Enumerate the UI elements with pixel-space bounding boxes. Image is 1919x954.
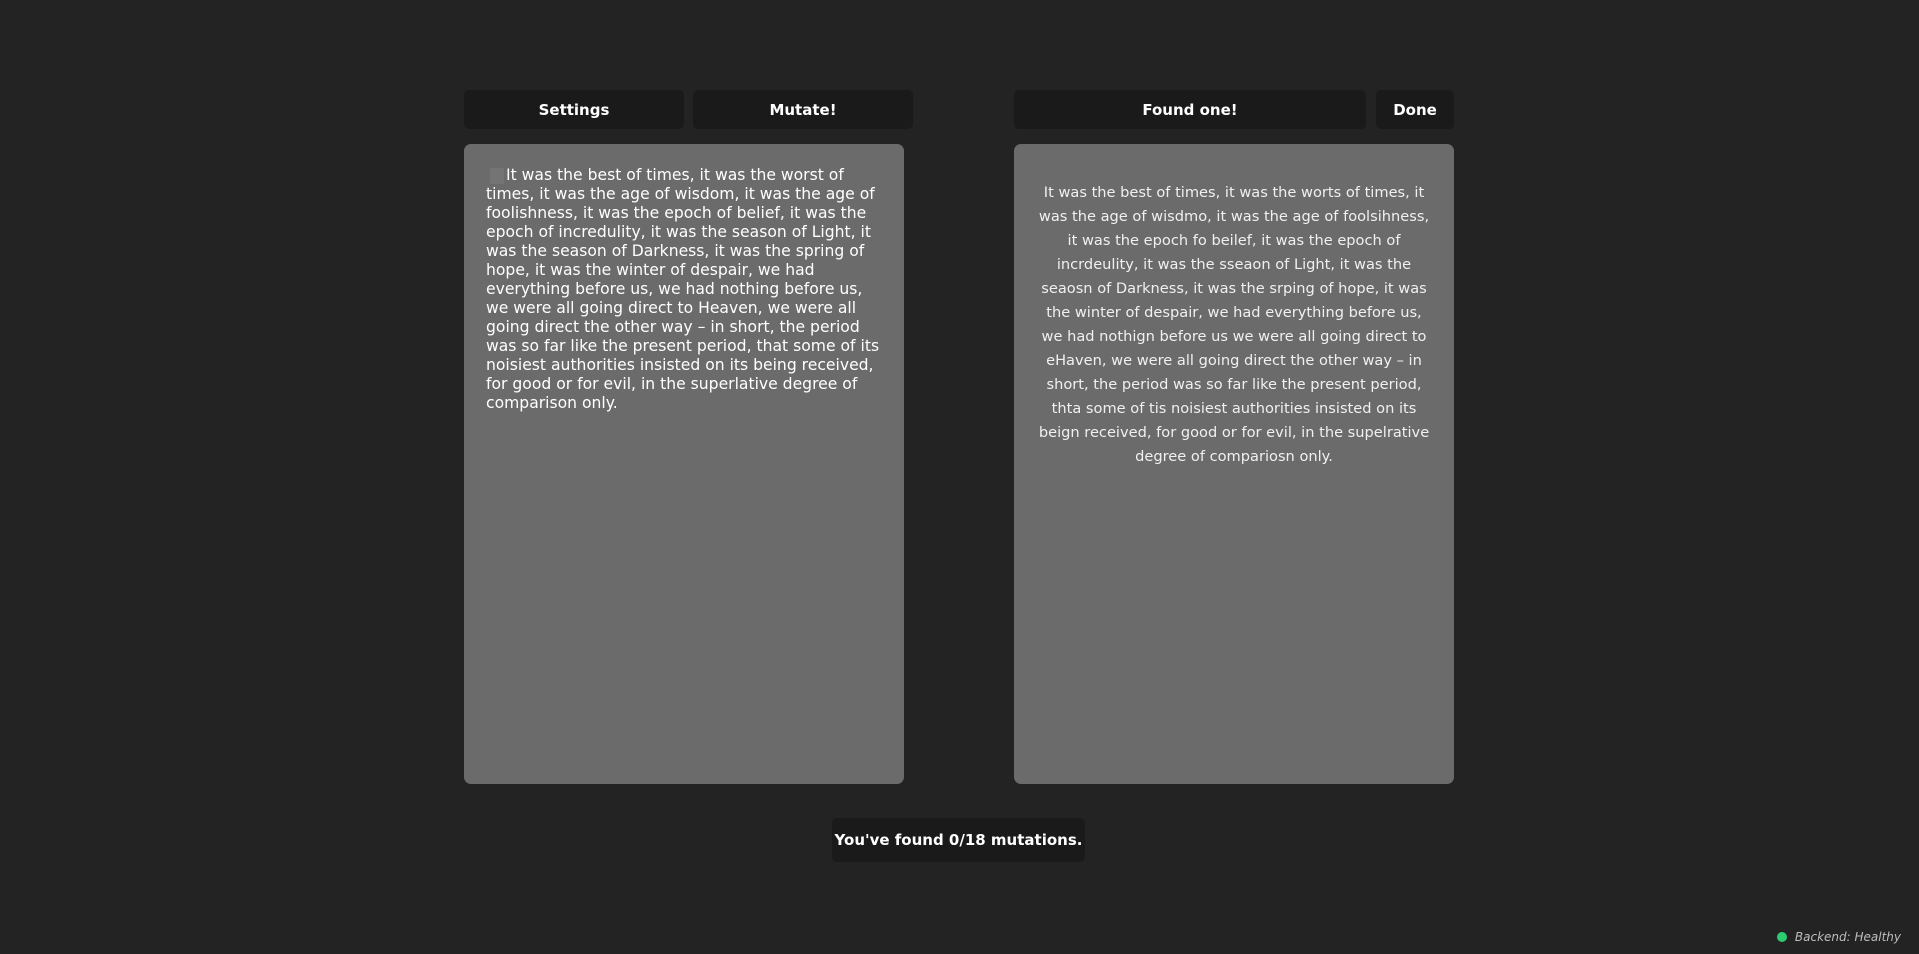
backend-status-label: Backend: Healthy — [1794, 930, 1901, 944]
mutated-text[interactable]: It was the best of times, it was the wor… — [1034, 181, 1434, 469]
mutated-text-panel: It was the best of times, it was the wor… — [1014, 144, 1454, 784]
backend-status: Backend: Healthy — [1776, 930, 1901, 944]
status-indicator-icon — [1776, 932, 1787, 942]
mutation-counter: You've found 0/18 mutations. — [832, 818, 1085, 862]
mutate-button[interactable]: Mutate! — [693, 90, 913, 129]
original-text-input[interactable] — [486, 166, 888, 762]
settings-button[interactable]: Settings — [464, 90, 684, 129]
done-button[interactable]: Done — [1376, 90, 1454, 129]
found-one-button[interactable]: Found one! — [1014, 90, 1366, 129]
original-text-panel — [464, 144, 904, 784]
